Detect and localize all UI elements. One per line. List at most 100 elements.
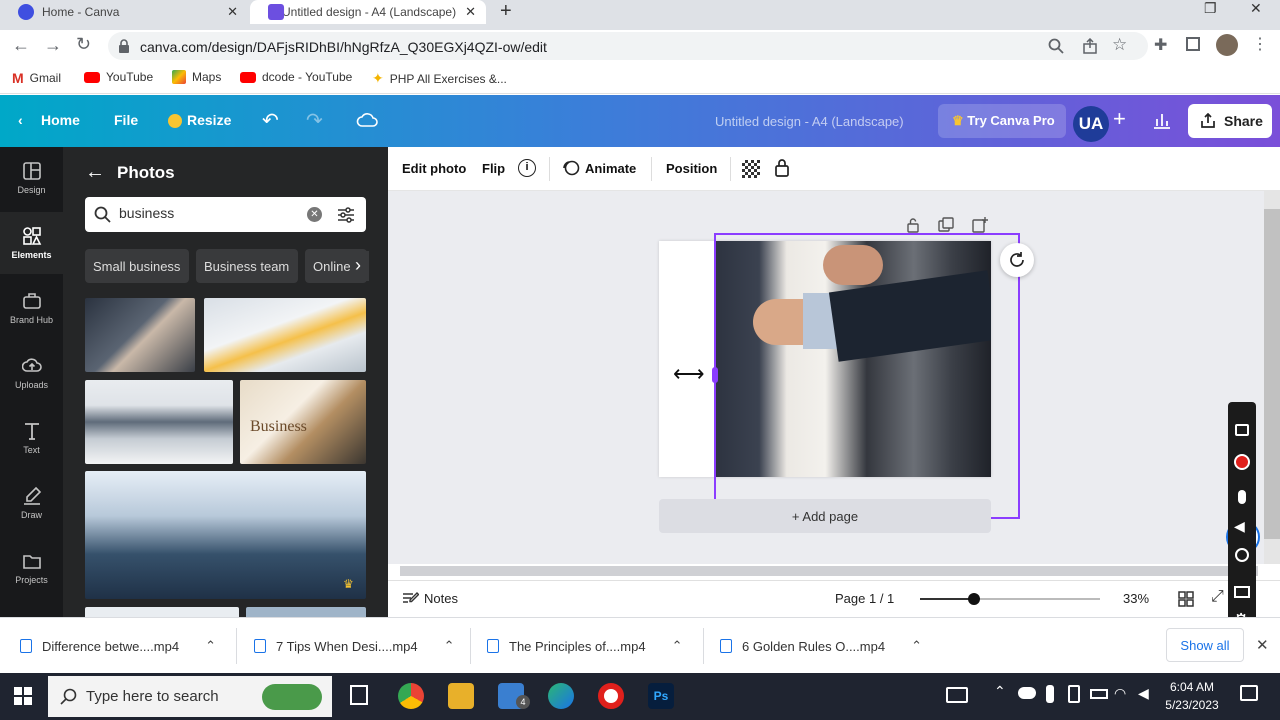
zoom-slider[interactable]: [920, 593, 1100, 605]
grid-view-icon[interactable]: [1178, 591, 1194, 607]
scrollbar-thumb[interactable]: [1264, 209, 1280, 539]
file-menu-button[interactable]: File: [114, 112, 138, 128]
camera-icon[interactable]: [1235, 424, 1249, 436]
chip-small-business[interactable]: Small business: [85, 249, 189, 283]
bookmark-maps[interactable]: Maps: [172, 70, 221, 84]
speaker-icon[interactable]: ◀: [1234, 518, 1245, 535]
show-all-downloads-button[interactable]: Show all: [1166, 628, 1244, 662]
bookmark-star-icon[interactable]: ☆: [1112, 35, 1127, 55]
taskbar-search[interactable]: Type here to search: [48, 676, 332, 717]
chevron-up-icon[interactable]: ⌃: [994, 683, 1006, 700]
rail-item-uploads[interactable]: Uploads: [0, 342, 63, 404]
close-tab-icon[interactable]: ✕: [465, 4, 476, 20]
photo-thumbnail[interactable]: ♛: [85, 471, 366, 599]
photo-thumbnail[interactable]: [246, 607, 366, 617]
bookmark-dcode[interactable]: dcode - YouTube: [240, 70, 352, 84]
notes-button[interactable]: Notes: [424, 591, 458, 606]
usb-icon[interactable]: [1046, 685, 1054, 703]
windows-start-icon[interactable]: [14, 687, 32, 705]
chrome-icon[interactable]: [398, 683, 424, 709]
download-item[interactable]: 6 Golden Rules O....mp4 ⌃: [720, 638, 922, 654]
redo-icon[interactable]: ↷: [306, 108, 323, 133]
webcam-icon[interactable]: [1235, 548, 1249, 562]
zoom-slider-thumb[interactable]: [968, 593, 980, 605]
animate-button[interactable]: Animate: [585, 161, 636, 176]
microphone-icon[interactable]: [1238, 490, 1246, 504]
close-downloads-icon[interactable]: ✕: [1256, 636, 1269, 654]
chevron-up-icon[interactable]: ⌃: [444, 638, 455, 654]
restore-window-icon[interactable]: ❐: [1204, 0, 1217, 17]
insights-chart-icon[interactable]: [1152, 111, 1172, 129]
bookmark-php[interactable]: ✦ PHP All Exercises &...: [372, 70, 507, 87]
rotate-button[interactable]: [1000, 243, 1034, 277]
omnibox[interactable]: canva.com/design/DAFjsRIDhBI/hNgRfzA_Q30…: [108, 32, 1148, 60]
download-item[interactable]: 7 Tips When Desi....mp4 ⌃: [254, 638, 455, 654]
close-window-icon[interactable]: ✕: [1250, 0, 1262, 17]
lock-icon[interactable]: [774, 158, 790, 178]
device-icon[interactable]: [1068, 685, 1080, 703]
duplicate-page-icon[interactable]: [938, 217, 954, 233]
rail-item-brand-hub[interactable]: Brand Hub: [0, 277, 63, 339]
cloud-save-icon[interactable]: [356, 112, 378, 128]
zoom-search-icon[interactable]: [1048, 38, 1064, 54]
rail-item-elements[interactable]: Elements: [0, 212, 63, 274]
download-item[interactable]: The Principles of....mp4 ⌃: [487, 638, 682, 654]
bookmark-youtube[interactable]: YouTube: [84, 70, 153, 84]
close-tab-icon[interactable]: ✕: [227, 4, 238, 20]
screen-icon[interactable]: [1234, 586, 1250, 598]
page-indicator[interactable]: Page 1 / 1: [835, 591, 894, 606]
photoshop-icon[interactable]: Ps: [648, 683, 674, 709]
menu-icon[interactable]: ⋮: [1252, 34, 1268, 54]
arrow-back-icon[interactable]: ←: [85, 161, 105, 184]
profile-avatar[interactable]: [1216, 34, 1238, 56]
rail-item-text[interactable]: Text: [0, 407, 63, 469]
photo-thumbnail[interactable]: [85, 380, 233, 464]
user-avatar[interactable]: UA: [1073, 106, 1109, 142]
volume-icon[interactable]: ◀: [1138, 685, 1149, 702]
file-explorer-icon[interactable]: [448, 683, 474, 709]
fullscreen-icon[interactable]: ⤢: [1211, 588, 1224, 606]
notifications-icon[interactable]: [1240, 685, 1258, 701]
rail-item-projects[interactable]: Projects: [0, 537, 63, 599]
info-icon[interactable]: i: [518, 159, 536, 177]
task-view-icon[interactable]: [350, 685, 368, 705]
reload-icon[interactable]: ↻: [76, 34, 91, 55]
resize-handle[interactable]: [712, 367, 718, 383]
chevron-up-icon[interactable]: ⌃: [205, 638, 216, 654]
record-icon[interactable]: [1234, 454, 1250, 470]
extensions-icon[interactable]: ✚: [1154, 35, 1167, 55]
flip-button[interactable]: Flip: [482, 161, 505, 176]
keyboard-icon[interactable]: [946, 687, 968, 703]
download-item[interactable]: Difference betwe....mp4 ⌃: [20, 638, 216, 654]
horizontal-scrollbar[interactable]: [400, 566, 1258, 576]
photo-search-input[interactable]: [119, 205, 299, 221]
add-page-icon[interactable]: [972, 217, 988, 233]
rail-item-draw[interactable]: Draw: [0, 472, 63, 534]
back-icon[interactable]: ←: [12, 35, 30, 56]
photo-thumbnail[interactable]: Business: [240, 380, 366, 464]
battery-icon[interactable]: [1090, 689, 1108, 699]
lock-page-icon[interactable]: [906, 217, 920, 233]
undo-icon[interactable]: ↶: [262, 108, 279, 133]
edge-icon[interactable]: [548, 683, 574, 709]
home-button[interactable]: Home: [41, 112, 80, 128]
zoom-level[interactable]: 33%: [1123, 591, 1149, 606]
tab-home-canva[interactable]: Home - Canva ✕: [0, 0, 248, 24]
chevron-left-icon[interactable]: ‹: [18, 112, 23, 128]
resize-button[interactable]: Resize: [187, 112, 231, 128]
edit-photo-button[interactable]: Edit photo: [402, 161, 466, 176]
share-page-icon[interactable]: [1082, 38, 1098, 54]
add-page-button[interactable]: + Add page: [659, 499, 991, 533]
forward-icon[interactable]: →: [44, 35, 62, 56]
clear-search-icon[interactable]: ✕: [307, 207, 322, 222]
invite-plus-icon[interactable]: +: [1113, 106, 1126, 132]
bookmark-gmail[interactable]: M Gmail: [12, 70, 61, 86]
document-title[interactable]: Untitled design - A4 (Landscape): [715, 114, 904, 129]
opera-icon[interactable]: [598, 683, 624, 709]
vertical-scrollbar[interactable]: [1264, 191, 1280, 564]
rail-item-design[interactable]: Design: [0, 147, 63, 209]
photo-thumbnail[interactable]: [85, 607, 239, 617]
system-clock[interactable]: 6:04 AM 5/23/2023: [1160, 678, 1224, 714]
new-tab-icon[interactable]: +: [500, 0, 512, 23]
transparency-icon[interactable]: [742, 160, 760, 178]
